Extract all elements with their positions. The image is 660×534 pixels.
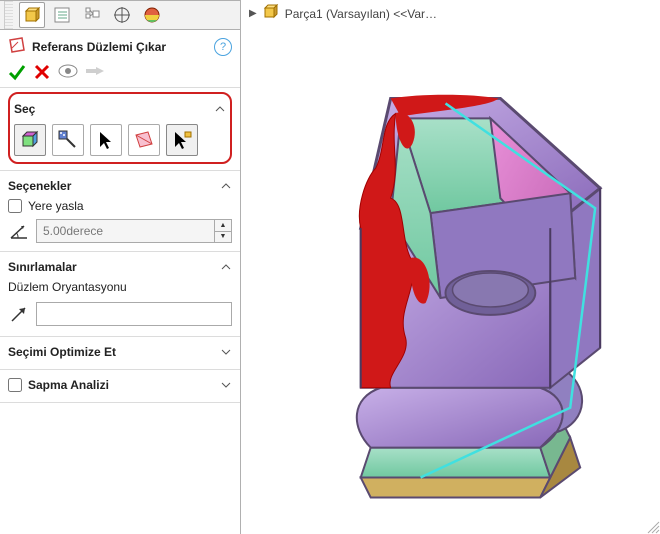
tool-plane-extract[interactable]	[128, 124, 160, 156]
cancel-button[interactable]	[34, 64, 50, 80]
deviation-checkbox-row[interactable]: Sapma Analizi	[8, 378, 109, 392]
command-title-row: Referans Düzlemi Çıkar ?	[0, 30, 240, 59]
sphere-icon	[143, 6, 161, 24]
graphics-area[interactable]: ▶ Parça1 (Varsayılan) <<Var…	[241, 0, 660, 534]
snap-ground-checkbox-row[interactable]: Yere yasla	[8, 197, 232, 215]
select-highlight-box: Seç	[8, 92, 232, 164]
section-title: Seçenekler	[8, 179, 71, 193]
section-header-select[interactable]: Seç	[14, 98, 226, 120]
chevron-up-icon	[214, 103, 226, 115]
plane-extract-icon	[133, 129, 155, 151]
plane-orient-label: Düzlem Oryantasyonu	[8, 278, 232, 298]
section-header-optimize[interactable]: Seçimi Optimize Et	[8, 341, 232, 363]
tab-property-manager[interactable]	[49, 2, 75, 28]
section-header-options[interactable]: Seçenekler	[8, 175, 232, 197]
deviation-label: Sapma Analizi	[28, 378, 109, 392]
select-tool-grid	[14, 124, 226, 156]
tool-paint-select[interactable]	[52, 124, 84, 156]
arrow-up-right-icon	[8, 303, 30, 325]
pin-icon	[86, 64, 104, 78]
pin-button[interactable]	[86, 64, 104, 81]
snap-ground-checkbox[interactable]	[8, 199, 22, 213]
spin-down[interactable]: ▼	[215, 232, 231, 243]
section-constraints: Sınırlamalar Düzlem Oryantasyonu	[0, 252, 240, 337]
section-header-deviation[interactable]: Sapma Analizi	[8, 374, 232, 396]
snap-ground-label: Yere yasla	[28, 199, 84, 213]
section-select: Seç	[0, 88, 240, 171]
section-optimize: Seçimi Optimize Et	[0, 337, 240, 370]
expand-tri-icon[interactable]: ▶	[249, 8, 257, 19]
flyout-tree-header[interactable]: ▶ Parça1 (Varsayılan) <<Var…	[241, 0, 660, 27]
chevron-down-icon	[220, 379, 232, 391]
command-title: Referans Düzlemi Çıkar	[32, 40, 208, 54]
section-deviation: Sapma Analizi	[0, 370, 240, 403]
part-root-label: Parça1 (Varsayılan) <<Var…	[285, 7, 437, 21]
tool-face-select[interactable]	[14, 124, 46, 156]
wand-icon	[57, 129, 79, 151]
resize-grip-icon[interactable]	[644, 518, 660, 534]
command-action-row	[0, 59, 240, 88]
drag-handle[interactable]	[4, 1, 13, 29]
property-panel: Referans Düzlemi Çıkar ?	[0, 0, 241, 534]
crosshair-icon	[113, 6, 131, 24]
section-options: Seçenekler Yere yasla	[0, 171, 240, 252]
plane-orient-field[interactable]	[36, 302, 232, 326]
ref-plane-icon	[8, 36, 26, 57]
section-title: Seç	[14, 102, 35, 116]
cursor-flag-icon	[171, 129, 193, 151]
help-icon[interactable]: ?	[214, 38, 232, 56]
tab-dim-expert[interactable]	[109, 2, 135, 28]
section-header-constraints[interactable]: Sınırlamalar	[8, 256, 232, 278]
chevron-down-icon	[220, 346, 232, 358]
chevron-up-icon	[220, 261, 232, 273]
config-icon	[83, 6, 101, 24]
tool-cursor-flag-select[interactable]	[166, 124, 198, 156]
tab-feature-manager[interactable]	[19, 2, 45, 28]
chevron-up-icon	[220, 180, 232, 192]
panel-tab-strip	[0, 0, 240, 30]
angle-spinner[interactable]: ▲ ▼	[214, 220, 231, 242]
section-title: Seçimi Optimize Et	[8, 345, 116, 359]
angle-icon	[8, 220, 30, 242]
eye-icon	[58, 64, 78, 78]
cube-icon	[23, 6, 41, 24]
viewport-3d[interactable]	[241, 28, 660, 534]
plane-orient-row	[8, 298, 232, 330]
tab-appearance[interactable]	[139, 2, 165, 28]
angle-row: 5.00derece ▲ ▼	[8, 215, 232, 245]
cursor-icon	[95, 129, 117, 151]
tab-config-manager[interactable]	[79, 2, 105, 28]
ok-button[interactable]	[8, 63, 26, 81]
part-icon	[263, 4, 279, 23]
angle-field[interactable]: 5.00derece ▲ ▼	[36, 219, 232, 243]
list-icon	[53, 6, 71, 24]
preview-button[interactable]	[58, 64, 78, 81]
tool-cursor-select[interactable]	[90, 124, 122, 156]
face-cube-icon	[19, 129, 41, 151]
deviation-checkbox[interactable]	[8, 378, 22, 392]
section-title: Sınırlamalar	[8, 260, 77, 274]
spin-up[interactable]: ▲	[215, 220, 231, 232]
angle-value: 5.00derece	[37, 220, 214, 242]
